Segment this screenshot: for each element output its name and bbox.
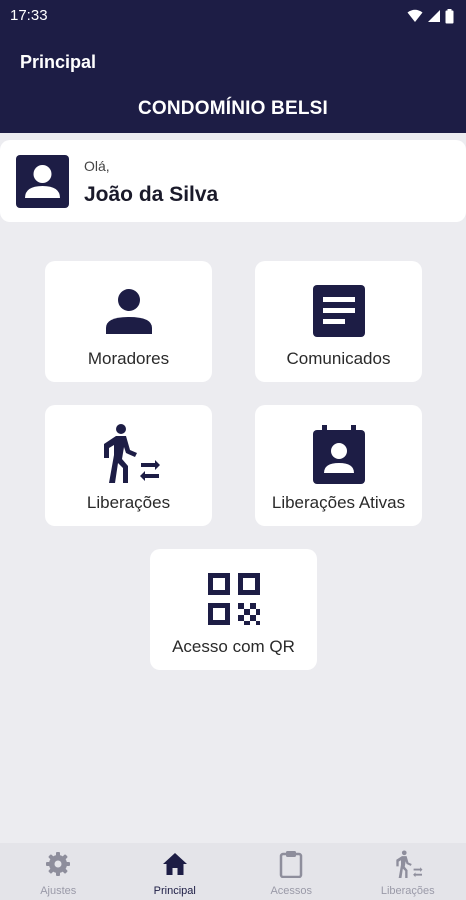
tile-comunicados[interactable]: Comunicados [255, 261, 422, 382]
status-time: 17:33 [10, 7, 48, 24]
person-icon [45, 283, 212, 339]
tile-label: Liberações Ativas [271, 493, 406, 512]
app-header: 17:33 Principal CONDOMÍNIO BELSI [0, 0, 466, 133]
tile-liberacoes[interactable]: Liberações [45, 405, 212, 526]
tile-label: Comunicados [286, 349, 391, 368]
user-name: João da Silva [84, 183, 219, 206]
nav-label: Liberações [380, 885, 435, 897]
tile-label: Liberações [86, 493, 171, 512]
wifi-icon [407, 9, 423, 22]
contact-calendar-icon [255, 425, 422, 484]
greeting-text: Olá, [84, 158, 110, 174]
nav-item-acessos[interactable]: Acessos [233, 843, 350, 900]
nav-label: Principal [153, 885, 196, 897]
article-icon [255, 283, 422, 339]
tile-acesso-qr[interactable]: Acesso com QR [150, 549, 317, 670]
tile-label: Moradores [87, 349, 170, 368]
avatar-icon [16, 155, 69, 208]
nav-label: Acessos [270, 885, 313, 897]
page-title: Principal [20, 52, 97, 72]
nav-item-ajustes[interactable]: Ajustes [0, 843, 117, 900]
walking-person-arrows-icon [45, 424, 212, 483]
qr-code-icon [150, 571, 317, 627]
signal-icon [428, 10, 440, 22]
tile-liberacoes-ativas[interactable]: Liberações Ativas [255, 405, 422, 526]
status-bar: 17:33 [0, 0, 466, 32]
status-icons [407, 8, 454, 24]
nav-item-liberacoes[interactable]: Liberações [350, 843, 466, 900]
condo-name: CONDOMÍNIO BELSI [137, 98, 329, 119]
clipboard-icon [233, 850, 350, 878]
nav-label: Ajustes [40, 885, 77, 897]
tile-label: Acesso com QR [172, 637, 295, 656]
nav-item-principal[interactable]: Principal [117, 843, 234, 900]
walking-person-icon [350, 850, 466, 878]
battery-icon [445, 8, 454, 23]
bottom-nav: Ajustes Principal Acessos Liberações [0, 843, 466, 900]
home-icon [117, 850, 234, 878]
user-card: Olá, João da Silva [0, 140, 466, 222]
tile-moradores[interactable]: Moradores [45, 261, 212, 382]
gear-icon [0, 850, 117, 878]
